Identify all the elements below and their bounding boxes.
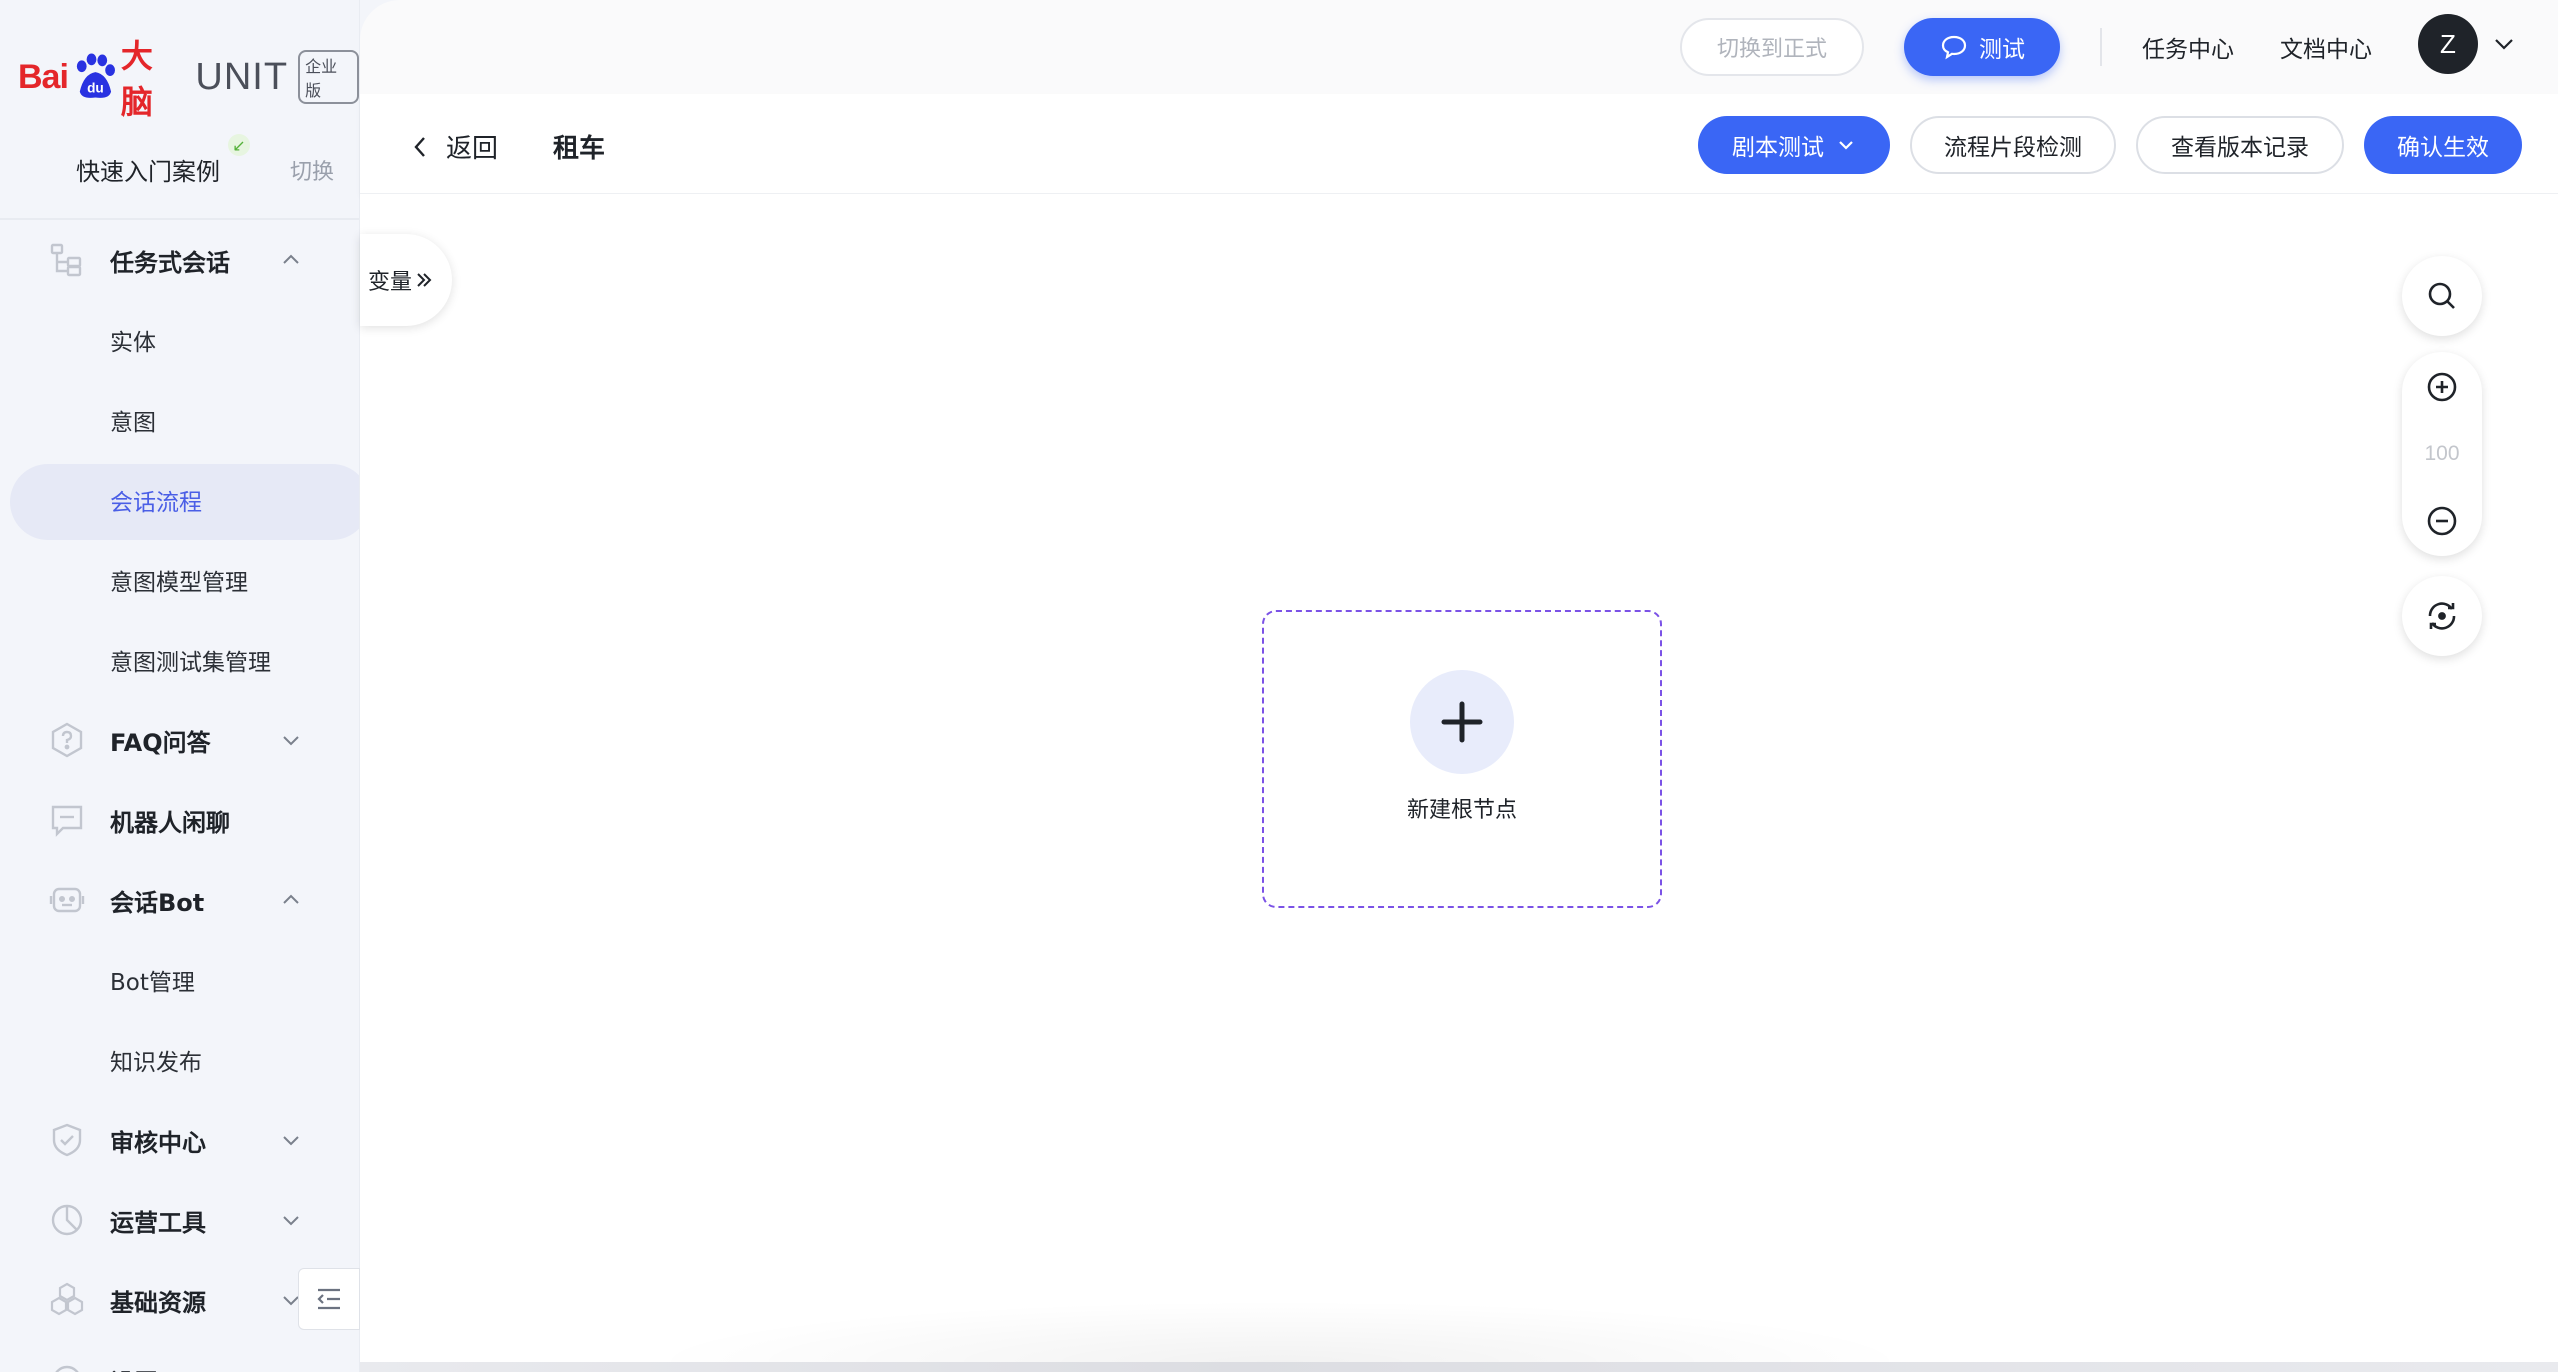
bottom-shadow [640, 1300, 1920, 1362]
sidebar-item-label: 实体 [110, 330, 156, 356]
sidebar-menu: 任务式会话 实体 意图 会话流程 意图模型管理 意图测试集管理 FAQ问答 机器… [0, 220, 359, 1372]
sidebar-item-dialog-flow[interactable]: 会话流程 [0, 460, 359, 540]
variables-label: 变量 [368, 270, 413, 295]
zoom-out-icon[interactable] [2425, 504, 2459, 538]
sidebar-group-faq[interactable]: FAQ问答 [0, 700, 359, 780]
topbar-separator [2100, 28, 2102, 66]
sidebar-item-knowledge-publish[interactable]: 知识发布 [0, 1020, 359, 1100]
script-test-dropdown[interactable]: 剧本测试 [1698, 116, 1890, 174]
back-label: 返回 [446, 134, 499, 164]
sidebar-item-label: 意图 [110, 410, 156, 436]
search-icon [2428, 282, 2455, 309]
sidebar-item-intent-model[interactable]: 意图模型管理 [0, 540, 359, 620]
script-test-label: 剧本测试 [1732, 135, 1824, 161]
quick-start-badge-icon: ↙ [228, 134, 250, 156]
sidebar-item-label: 意图测试集管理 [110, 650, 271, 676]
brand-logo[interactable]: Bai du 大脑 UNIT 企业版 [18, 37, 359, 121]
version-history-button[interactable]: 查看版本记录 [2136, 116, 2344, 174]
reset-view-icon [2428, 602, 2456, 630]
flow-segment-check-button[interactable]: 流程片段检测 [1910, 116, 2116, 174]
zoom-control: 100 [2402, 352, 2482, 556]
baidu-paw-icon: du [76, 53, 115, 98]
sidebar-group-label: 设置 [110, 1363, 158, 1372]
back-button[interactable]: 返回 [410, 128, 498, 165]
chevron-down-icon [283, 736, 299, 746]
sidebar-item-intent-testset[interactable]: 意图测试集管理 [0, 620, 359, 700]
confirm-apply-button[interactable]: 确认生效 [2364, 116, 2522, 174]
chevron-down-icon [283, 1216, 299, 1226]
sidebar-group-label: 审核中心 [110, 1128, 206, 1157]
page-title: 租车 [553, 134, 606, 164]
shield-check-icon [52, 1123, 82, 1157]
add-root-node-button[interactable] [1410, 670, 1514, 774]
edition-badge: 企业版 [298, 50, 359, 104]
chevron-down-icon [1839, 141, 1853, 150]
task-center-link[interactable]: 任务中心 [2142, 30, 2234, 64]
sidebar-group-review-center[interactable]: 审核中心 [0, 1100, 359, 1180]
sidebar: Bai du 大脑 UNIT 企业版 快速入门案例 ↙ 切换 任务式会话 实体 … [0, 0, 360, 1372]
chat-box-icon [51, 805, 83, 837]
double-chevron-right-icon [417, 273, 432, 287]
zoom-in-icon[interactable] [2425, 370, 2459, 404]
quick-start-case[interactable]: 快速入门案例 [76, 152, 220, 187]
chevron-up-icon [283, 894, 299, 904]
logo-du-text: du [87, 81, 104, 96]
sidebar-group-label: 机器人闲聊 [110, 808, 230, 837]
sidebar-item-intent[interactable]: 意图 [0, 380, 359, 460]
user-avatar[interactable]: Z [2418, 14, 2478, 74]
zoom-level: 100 [2424, 442, 2460, 465]
sidebar-item-label: 意图模型管理 [110, 570, 248, 596]
variables-panel-toggle[interactable]: 变量 [360, 234, 452, 326]
sidebar-item-label: 会话流程 [110, 490, 202, 516]
chevron-up-icon [283, 254, 299, 264]
sidebar-group-dialog-bot[interactable]: 会话Bot [0, 860, 359, 940]
sidebar-group-task-dialog[interactable]: 任务式会话 [0, 220, 359, 300]
sidebar-group-settings[interactable]: 设置 [0, 1340, 359, 1372]
sidebar-item-bot-manage[interactable]: Bot管理 [0, 940, 359, 1020]
collapse-sidebar-button[interactable] [298, 1268, 360, 1330]
tree-icon [50, 243, 82, 277]
chevron-left-icon [414, 136, 425, 157]
chevron-down-icon[interactable] [2492, 32, 2516, 56]
canvas-search-button[interactable] [2402, 256, 2482, 336]
chat-bubble-icon [1941, 35, 1967, 60]
test-button[interactable]: 测试 [1904, 18, 2060, 76]
plus-icon [1441, 701, 1483, 743]
sidebar-group-ops-tools[interactable]: 运营工具 [0, 1180, 359, 1260]
doc-center-link[interactable]: 文档中心 [2280, 30, 2372, 64]
switch-to-formal-button[interactable]: 切换到正式 [1680, 18, 1864, 76]
robot-icon [49, 887, 85, 913]
sidebar-group-label: 运营工具 [110, 1208, 206, 1237]
test-button-label: 测试 [1979, 37, 2025, 63]
sidebar-group-label: FAQ问答 [110, 728, 211, 757]
canvas-reset-view-button[interactable] [2402, 576, 2482, 656]
sidebar-item-entity[interactable]: 实体 [0, 300, 359, 380]
question-hexagon-icon [51, 722, 83, 758]
sidebar-group-chitchat[interactable]: 机器人闲聊 [0, 780, 359, 860]
collapse-menu-icon [317, 1288, 340, 1310]
hexagons-icon [50, 1282, 84, 1316]
pie-chart-icon [51, 1204, 83, 1236]
sidebar-group-label: 基础资源 [110, 1288, 206, 1317]
logo-danao-text: 大脑 [120, 37, 153, 121]
logo-bai-text: Bai [18, 57, 69, 96]
logo-unit-text: UNIT [195, 55, 289, 98]
new-root-node-label: 新建根节点 [1406, 798, 1517, 823]
chevron-down-icon [283, 1136, 299, 1146]
topbar-corner [360, 0, 400, 40]
sidebar-group-label: 会话Bot [110, 888, 205, 917]
settings-icon [55, 1365, 79, 1372]
switch-app-link[interactable]: 切换 [290, 154, 334, 186]
sidebar-item-label: 知识发布 [110, 1050, 202, 1076]
sidebar-group-label: 任务式会话 [110, 248, 230, 277]
horizontal-scrollbar[interactable] [360, 1362, 2558, 1372]
sidebar-item-label: Bot管理 [110, 970, 195, 996]
